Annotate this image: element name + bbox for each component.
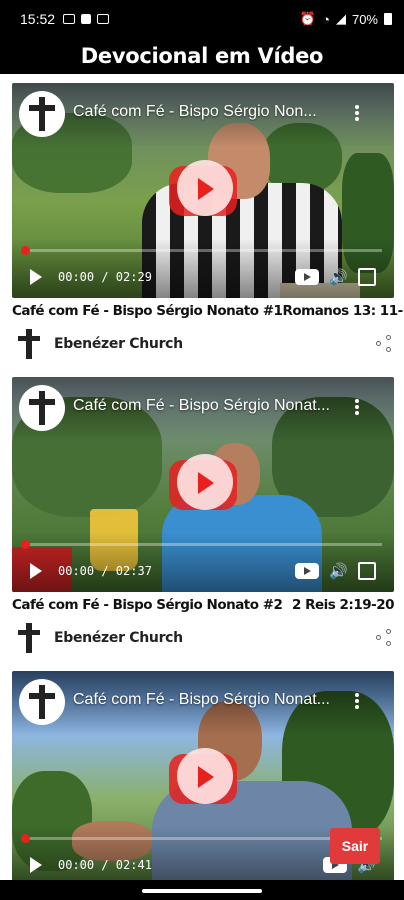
player-controls: 00:00 / 02:29 🔊 [12, 262, 394, 292]
play-icon [198, 177, 214, 200]
status-bar: 15:52 ⏰ ◔ ◢ 70% [0, 0, 404, 38]
channel-avatar[interactable] [19, 679, 65, 725]
home-handle[interactable] [142, 889, 262, 893]
share-icon[interactable] [376, 629, 394, 647]
play-icon[interactable] [30, 563, 42, 579]
youtube-logo-icon[interactable] [295, 563, 320, 579]
player-title[interactable]: Café com Fé - Bispo Sérgio Nonat... [73, 691, 348, 709]
video-player[interactable]: Café com Fé - Bispo Sérgio Non... 00:00 … [12, 83, 394, 298]
sair-button[interactable]: Sair [330, 828, 380, 864]
cross-icon [18, 329, 40, 359]
channel-name: Ebenézer Church [54, 336, 183, 352]
cross-icon [29, 391, 55, 425]
play-icon [198, 765, 214, 788]
volume-icon[interactable]: 🔊 [329, 268, 348, 286]
cross-icon [29, 685, 55, 719]
video-meta: Café com Fé - Bispo Sérgio Nonato #2 2 R… [12, 595, 394, 615]
alarm-icon: ⏰ [299, 11, 317, 26]
bible-reference: 2 Reis 2:19-20 [292, 597, 394, 613]
wifi-icon: ◔ [322, 11, 330, 27]
notification-icon [63, 14, 76, 24]
navigation-bar [0, 880, 404, 900]
signal-icon: ◢ [335, 11, 346, 26]
volume-icon[interactable]: 🔊 [329, 562, 348, 580]
notification-icons [63, 14, 110, 24]
cross-icon [29, 97, 55, 131]
video-card: Café com Fé - Bispo Sérgio Non... 00:00 … [12, 83, 404, 361]
share-icon[interactable] [376, 335, 394, 353]
time-display: 00:00 / 02:29 [58, 270, 152, 284]
fullscreen-icon[interactable] [358, 562, 376, 580]
bible-reference: Romanos 13: 11-12. [282, 303, 404, 319]
video-feed[interactable]: Café com Fé - Bispo Sérgio Non... 00:00 … [0, 74, 404, 880]
play-button[interactable] [169, 159, 237, 216]
cross-icon [18, 623, 40, 653]
channel-row: Ebenézer Church [12, 327, 394, 361]
channel-avatar[interactable] [19, 91, 65, 137]
notification-icon [97, 14, 110, 24]
player-controls: 00:00 / 02:37 🔊 [12, 556, 394, 586]
notification-icon [81, 14, 92, 24]
system-status: ⏰ ◔ ◢ 70% [300, 11, 392, 27]
progress-bar[interactable] [21, 834, 382, 843]
channel-row: Ebenézer Church [12, 621, 394, 655]
fullscreen-icon[interactable] [358, 268, 376, 286]
kebab-menu-icon[interactable] [350, 397, 364, 417]
video-player[interactable]: Café com Fé - Bispo Sérgio Nonat... 00:0… [12, 377, 394, 592]
video-card: Café com Fé - Bispo Sérgio Nonat... 00:0… [12, 377, 394, 655]
channel-name: Ebenézer Church [54, 630, 183, 646]
play-button[interactable] [169, 747, 237, 804]
status-time: 15:52 [20, 11, 56, 27]
progress-bar[interactable] [21, 540, 382, 549]
channel-avatar[interactable] [19, 385, 65, 431]
progress-bar[interactable] [21, 246, 382, 255]
time-display: 00:00 / 02:37 [58, 564, 152, 578]
battery-level: 70% [351, 11, 378, 27]
play-icon[interactable] [30, 857, 42, 873]
battery-icon [384, 13, 392, 25]
youtube-logo-icon[interactable] [295, 269, 320, 285]
play-button[interactable] [169, 453, 237, 510]
video-meta: Café com Fé - Bispo Sérgio Nonato #1 Rom… [12, 301, 404, 321]
player-title[interactable]: Café com Fé - Bispo Sérgio Nonat... [73, 397, 348, 415]
app-title: Devocional em Vídeo [0, 38, 404, 74]
video-title: Café com Fé - Bispo Sérgio Nonato #2 [12, 597, 283, 613]
kebab-menu-icon[interactable] [350, 691, 364, 711]
kebab-menu-icon[interactable] [350, 103, 364, 123]
play-icon [198, 471, 214, 494]
video-title: Café com Fé - Bispo Sérgio Nonato #1 [12, 303, 283, 319]
time-display: 00:00 / 02:41 [58, 858, 152, 872]
player-title[interactable]: Café com Fé - Bispo Sérgio Non... [73, 103, 348, 121]
play-icon[interactable] [30, 269, 42, 285]
